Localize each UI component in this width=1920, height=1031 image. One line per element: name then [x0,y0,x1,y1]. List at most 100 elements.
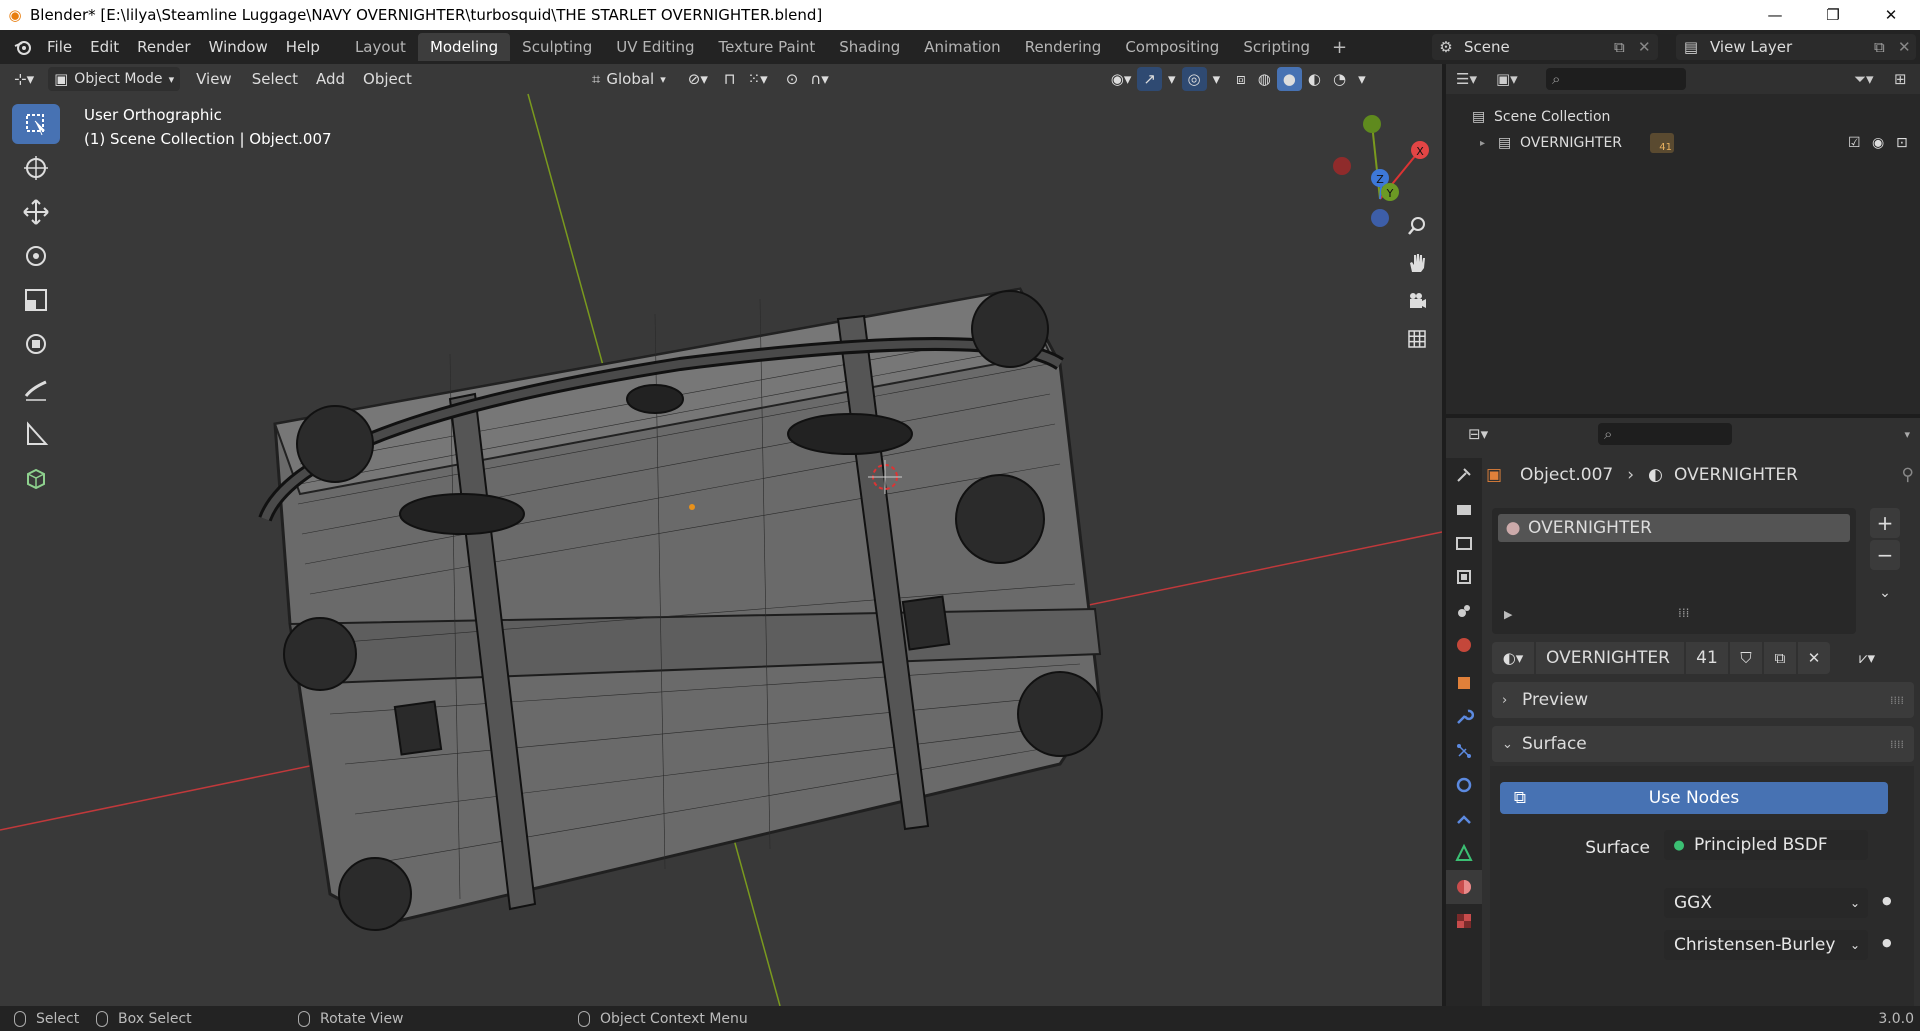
tab-tool[interactable] [1446,458,1482,492]
material-slot[interactable]: ● OVERNIGHTER [1498,514,1850,542]
falloff-icon[interactable]: ∩▾ [804,67,835,91]
new-view-layer-icon[interactable]: ⧉ [1874,38,1898,56]
rotate-tool[interactable] [12,236,60,276]
menu-edit[interactable]: Edit [81,30,128,64]
editor-type-icon[interactable]: ⊟▾ [1468,425,1508,443]
tab-render[interactable] [1446,492,1482,526]
tab-constraints[interactable] [1446,802,1482,836]
menu-select[interactable]: Select [246,67,304,91]
socket-dot-icon[interactable]: ● [1882,894,1892,907]
link-mode-button[interactable]: ⩗▾ [1844,642,1890,674]
tab-scene[interactable] [1446,594,1482,628]
camera-view-icon[interactable] [1400,284,1434,318]
browse-material-button[interactable]: ◐▾ [1492,642,1534,674]
tab-texture-paint[interactable]: Texture Paint [706,33,827,61]
wireframe-shading-icon[interactable]: ◍ [1252,67,1277,91]
duplicate-material-button[interactable]: ⧉ [1764,642,1796,674]
close-button[interactable]: ✕ [1862,0,1920,30]
slot-specials-button[interactable]: ⌄ [1870,578,1900,608]
surface-panel-header[interactable]: ⌄ Surface ⁞⁞⁞⁞ [1492,726,1914,762]
view-layer-selector[interactable]: ▤ View Layer ⧉ ✕ [1676,34,1916,60]
menu-view[interactable]: View [190,67,238,91]
proportional-edit-icon[interactable]: ⊙ [780,67,805,91]
filter-icon[interactable]: ⏷▾ [1854,70,1894,88]
tab-layout[interactable]: Layout [343,33,418,61]
tab-texture[interactable] [1446,904,1482,938]
snap-target-icon[interactable]: ⁙▾ [742,67,774,91]
tab-rendering[interactable]: Rendering [1013,33,1114,61]
annotate-tool[interactable] [12,370,60,410]
delete-view-layer-icon[interactable]: ✕ [1898,38,1916,56]
material-shading-icon[interactable]: ◐ [1302,67,1327,91]
material-slots-list[interactable]: ● OVERNIGHTER ▶ ⁞⁞⁞ [1492,508,1856,634]
distribution-dropdown[interactable]: GGX ⌄ [1664,888,1868,918]
drag-handle-icon[interactable]: ⁞⁞⁞⁞ [1890,738,1904,751]
select-box-tool[interactable] [12,104,60,144]
add-cube-tool[interactable] [12,458,60,498]
outliner-scene-collection[interactable]: ▤ Scene Collection [1446,104,1920,130]
pivot-point-icon[interactable]: ⊘▾ [682,67,714,91]
menu-add[interactable]: Add [310,67,351,91]
tab-scripting[interactable]: Scripting [1231,33,1322,61]
resize-handle-icon[interactable]: ⁞⁞⁞ [1678,606,1689,620]
tab-shading[interactable]: Shading [827,33,912,61]
transform-tool[interactable] [12,324,60,364]
blender-menu-icon[interactable] [8,30,38,64]
tab-material[interactable] [1446,870,1482,904]
new-collection-icon[interactable]: ⊞ [1894,70,1920,88]
surface-shader-selector[interactable]: ● Principled BSDF [1664,830,1868,860]
scale-tool[interactable] [12,280,60,320]
measure-tool[interactable] [12,414,60,454]
tab-compositing[interactable]: Compositing [1113,33,1231,61]
socket-dot-icon[interactable]: ● [1882,936,1892,949]
tab-modifiers[interactable] [1446,700,1482,734]
delete-scene-icon[interactable]: ✕ [1638,38,1658,56]
ortho-grid-icon[interactable] [1400,322,1434,356]
users-count-button[interactable]: 41 [1686,642,1728,674]
cursor-tool[interactable] [12,148,60,188]
material-name-field[interactable]: OVERNIGHTER [1536,642,1684,674]
rendered-shading-icon[interactable]: ◔ [1327,67,1352,91]
xray-icon[interactable]: ⧈ [1230,67,1252,91]
solid-shading-icon[interactable]: ● [1276,67,1302,91]
eye-icon[interactable]: ◉ [1872,135,1896,151]
expand-arrow-icon[interactable]: ▸ [1480,138,1498,149]
gizmo-options-icon[interactable]: ▾ [1162,67,1182,91]
minimize-button[interactable]: — [1746,0,1804,30]
unlink-material-button[interactable]: ✕ [1798,642,1830,674]
editor-type-button[interactable]: ⊹▾ [8,67,40,91]
overlay-options-icon[interactable]: ▾ [1207,67,1227,91]
zoom-icon[interactable] [1400,209,1434,243]
viewport-canvas[interactable]: Z Y X [0,64,1442,1006]
tab-view-layer[interactable] [1446,560,1482,594]
add-slot-button[interactable]: + [1870,508,1900,538]
overlay-toggle-icon[interactable]: ◎ [1181,67,1207,91]
menu-render[interactable]: Render [128,30,199,64]
menu-object[interactable]: Object [357,67,418,91]
remove-slot-button[interactable]: − [1870,540,1900,570]
outliner-search-input[interactable]: ⌕ [1546,68,1686,90]
chevron-down-icon[interactable]: ▾ [1904,428,1910,441]
new-scene-icon[interactable]: ⧉ [1614,38,1638,56]
tab-animation[interactable]: Animation [912,33,1012,61]
visibility-icon[interactable]: ◉▾ [1105,67,1138,91]
tab-world[interactable] [1446,628,1482,662]
subsurface-method-dropdown[interactable]: Christensen-Burley ⌄ [1664,930,1868,960]
menu-file[interactable]: File [38,30,81,64]
expand-arrow-icon[interactable]: ▶ [1504,608,1512,621]
tab-object[interactable] [1446,666,1482,700]
tab-uv-editing[interactable]: UV Editing [604,33,706,61]
fake-user-button[interactable]: ⛉ [1730,642,1762,674]
checkbox-icon[interactable]: ☑ [1848,135,1872,151]
move-tool[interactable] [12,192,60,232]
pin-icon[interactable]: ⚲ [1902,465,1914,485]
menu-help[interactable]: Help [277,30,329,64]
tab-modeling[interactable]: Modeling [417,33,511,61]
gizmo-toggle-icon[interactable]: ↗ [1137,67,1162,91]
pan-hand-icon[interactable] [1400,246,1434,280]
tab-output[interactable] [1446,526,1482,560]
camera-icon[interactable]: ⊡ [1896,135,1920,151]
mode-selector[interactable]: ▣ Object Mode ▾ [48,67,181,91]
restore-button[interactable]: ❐ [1804,0,1862,30]
tab-physics[interactable] [1446,768,1482,802]
